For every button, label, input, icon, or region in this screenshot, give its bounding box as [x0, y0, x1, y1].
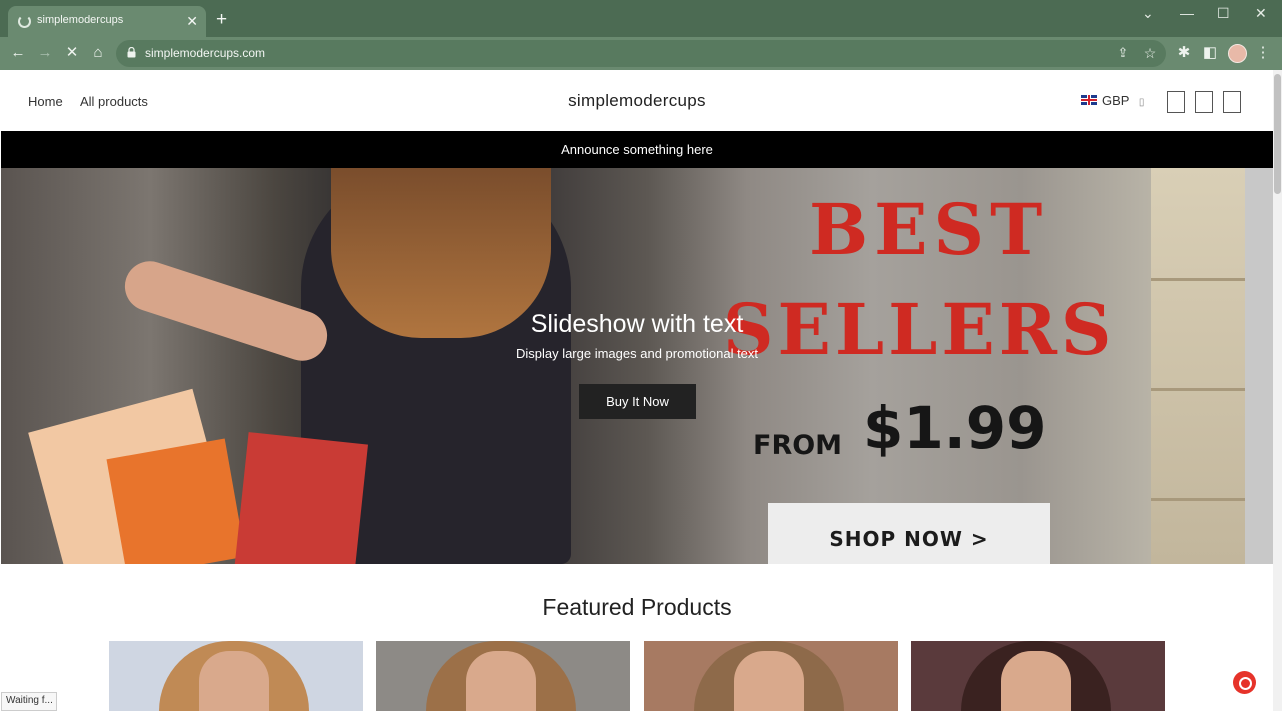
- browser-tab[interactable]: simplemodercups ✕: [8, 6, 206, 37]
- url-text: simplemodercups.com: [145, 46, 266, 60]
- new-tab-button[interactable]: +: [216, 10, 227, 30]
- home-icon[interactable]: ⌂: [89, 44, 107, 62]
- product-image-face: [199, 651, 269, 711]
- tab-title: simplemodercups: [37, 14, 124, 26]
- maximize-icon[interactable]: ☐: [1217, 6, 1230, 20]
- forward-icon[interactable]: →: [36, 44, 54, 62]
- currency-selector[interactable]: GBP ▯: [1081, 93, 1144, 108]
- tab-close-icon[interactable]: ✕: [186, 12, 198, 30]
- chat-widget-icon[interactable]: [1233, 671, 1256, 694]
- side-panel-icon[interactable]: ◧: [1201, 44, 1219, 62]
- shopping-bag-image: [106, 438, 246, 564]
- share-icon[interactable]: ⇪: [1114, 44, 1132, 62]
- promo-shop-now-graphic: SHOP NOW >: [768, 503, 1050, 564]
- product-card-4[interactable]: [911, 641, 1165, 711]
- buy-it-now-button[interactable]: Buy It Now: [579, 384, 696, 419]
- bookmark-star-icon[interactable]: ☆: [1141, 44, 1159, 62]
- slide-title: Slideshow with text: [530, 310, 744, 338]
- uk-flag-icon: [1081, 95, 1097, 105]
- product-image-face: [466, 651, 536, 711]
- account-icon[interactable]: [1195, 91, 1213, 113]
- featured-products-heading: Featured Products: [542, 594, 732, 620]
- tab-search-icon[interactable]: ⌄: [1142, 6, 1154, 20]
- profile-avatar[interactable]: [1228, 44, 1247, 63]
- hero-wall-decor: [1151, 168, 1245, 564]
- promo-best-text: BEST: [809, 188, 1049, 271]
- currency-label: GBP: [1102, 93, 1130, 108]
- promo-shop-now-text: SHOP NOW >: [829, 527, 989, 551]
- hero-slideshow: BEST SELLERS FROM $1.99 SHOP NOW > Slide…: [1, 168, 1245, 564]
- loading-spinner-icon: [18, 15, 31, 28]
- product-image-face: [734, 651, 804, 711]
- stop-loading-icon[interactable]: ✕: [63, 44, 81, 62]
- menu-kebab-icon[interactable]: ⋮: [1254, 44, 1272, 62]
- wall-line: [1151, 278, 1245, 281]
- hero-edge: [1245, 168, 1273, 564]
- browser-window: simplemodercups ✕ + ⌄ — ☐ ✕ ← → ✕ ⌂ simp…: [0, 0, 1282, 711]
- scrollbar-thumb[interactable]: [1274, 74, 1281, 194]
- lock-icon: [127, 47, 136, 58]
- close-window-icon[interactable]: ✕: [1255, 6, 1267, 20]
- promo-from-text: FROM: [753, 430, 843, 461]
- web-page: Home All products simplemodercups GBP ▯ …: [1, 70, 1273, 711]
- site-header: Home All products simplemodercups GBP ▯: [1, 70, 1273, 131]
- status-bubble: Waiting f...: [1, 692, 57, 711]
- slide-subtitle: Display large images and promotional tex…: [515, 346, 759, 361]
- product-card-2[interactable]: [376, 641, 630, 711]
- extensions-icon[interactable]: ✱: [1175, 44, 1193, 62]
- shopping-bag-image: [234, 432, 368, 564]
- minimize-icon[interactable]: —: [1180, 6, 1194, 20]
- wall-line: [1151, 388, 1245, 391]
- back-icon[interactable]: ←: [9, 44, 27, 62]
- product-image-face: [1001, 651, 1071, 711]
- promo-price-text: $1.99: [863, 394, 1047, 462]
- wall-line: [1151, 498, 1245, 501]
- chevron-down-icon: ▯: [1138, 97, 1145, 108]
- tab-strip: simplemodercups ✕ + ⌄ — ☐ ✕: [0, 0, 1282, 37]
- product-card-3[interactable]: [644, 641, 898, 711]
- product-card-1[interactable]: [109, 641, 363, 711]
- search-icon[interactable]: [1167, 91, 1185, 113]
- announcement-bar: Announce something here: [1, 131, 1273, 168]
- browser-toolbar: ← → ✕ ⌂ simplemodercups.com ⇪ ☆ ✱ ◧ ⋮: [0, 37, 1282, 70]
- address-bar[interactable]: simplemodercups.com ⇪ ☆: [116, 40, 1166, 67]
- cart-icon[interactable]: [1223, 91, 1241, 113]
